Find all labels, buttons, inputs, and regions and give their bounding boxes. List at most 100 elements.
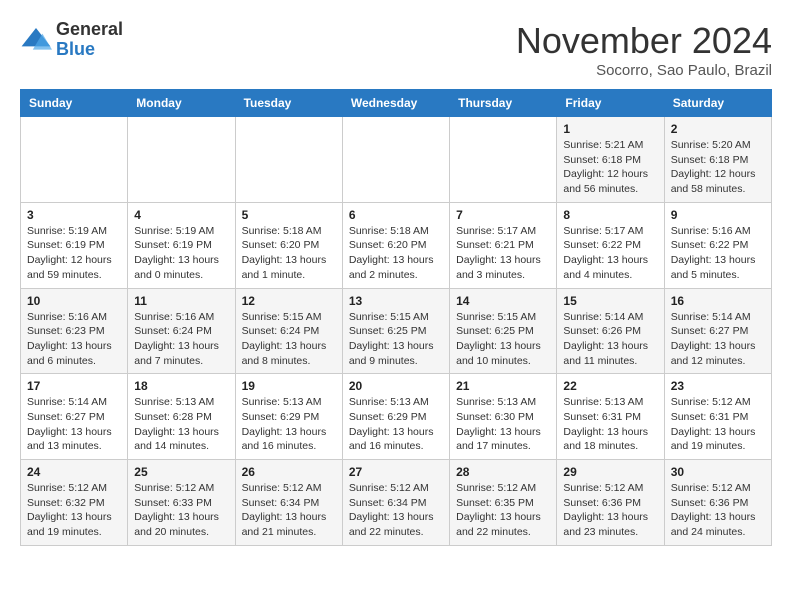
day-number: 9 bbox=[671, 208, 765, 222]
calendar-cell: 13 Sunrise: 5:15 AM Sunset: 6:25 PM Dayli… bbox=[342, 288, 449, 374]
day-info: Sunrise: 5:17 AM Sunset: 6:21 PM Dayligh… bbox=[456, 224, 550, 283]
day-number: 3 bbox=[27, 208, 121, 222]
week-row-1: 1 Sunrise: 5:21 AM Sunset: 6:18 PM Daylig… bbox=[21, 117, 772, 203]
day-info: Sunrise: 5:21 AM Sunset: 6:18 PM Dayligh… bbox=[563, 138, 657, 197]
day-info: Sunrise: 5:20 AM Sunset: 6:18 PM Dayligh… bbox=[671, 138, 765, 197]
day-number: 12 bbox=[242, 294, 336, 308]
logo: General Blue bbox=[20, 20, 123, 60]
calendar-cell: 27 Sunrise: 5:12 AM Sunset: 6:34 PM Dayli… bbox=[342, 460, 449, 546]
day-info: Sunrise: 5:18 AM Sunset: 6:20 PM Dayligh… bbox=[349, 224, 443, 283]
calendar-cell: 1 Sunrise: 5:21 AM Sunset: 6:18 PM Daylig… bbox=[557, 117, 664, 203]
day-info: Sunrise: 5:12 AM Sunset: 6:31 PM Dayligh… bbox=[671, 395, 765, 454]
day-number: 17 bbox=[27, 379, 121, 393]
calendar-cell: 23 Sunrise: 5:12 AM Sunset: 6:31 PM Dayli… bbox=[664, 374, 771, 460]
day-info: Sunrise: 5:15 AM Sunset: 6:25 PM Dayligh… bbox=[349, 310, 443, 369]
weekday-header-saturday: Saturday bbox=[664, 90, 771, 117]
week-row-5: 24Sunrise: 5:12 AM Sunset: 6:32 PM Dayli… bbox=[21, 460, 772, 546]
calendar-cell: 18 Sunrise: 5:13 AM Sunset: 6:28 PM Dayli… bbox=[128, 374, 235, 460]
logo-text: General Blue bbox=[56, 20, 123, 60]
week-row-2: 3 Sunrise: 5:19 AM Sunset: 6:19 PM Daylig… bbox=[21, 202, 772, 288]
day-number: 5 bbox=[242, 208, 336, 222]
calendar-cell: 17 Sunrise: 5:14 AM Sunset: 6:27 PM Dayli… bbox=[21, 374, 128, 460]
day-info: Sunrise: 5:19 AM Sunset: 6:19 PM Dayligh… bbox=[27, 224, 121, 283]
weekday-header-monday: Monday bbox=[128, 90, 235, 117]
page-header: General Blue November 2024 Socorro, Sao … bbox=[20, 20, 772, 79]
day-number: 30 bbox=[671, 465, 765, 479]
calendar-cell: 10 Sunrise: 5:16 AM Sunset: 6:23 PM Dayli… bbox=[21, 288, 128, 374]
day-number: 25 bbox=[134, 465, 228, 479]
calendar-cell: 16 Sunrise: 5:14 AM Sunset: 6:27 PM Dayli… bbox=[664, 288, 771, 374]
calendar-cell: 6Sunrise: 5:18 AM Sunset: 6:20 PM Daylig… bbox=[342, 202, 449, 288]
calendar-cell: 8Sunrise: 5:17 AM Sunset: 6:22 PM Daylig… bbox=[557, 202, 664, 288]
calendar-cell: 3 Sunrise: 5:19 AM Sunset: 6:19 PM Daylig… bbox=[21, 202, 128, 288]
day-number: 24 bbox=[27, 465, 121, 479]
day-number: 16 bbox=[671, 294, 765, 308]
day-number: 23 bbox=[671, 379, 765, 393]
day-number: 19 bbox=[242, 379, 336, 393]
day-info: Sunrise: 5:12 AM Sunset: 6:33 PM Dayligh… bbox=[134, 481, 228, 540]
day-info: Sunrise: 5:13 AM Sunset: 6:28 PM Dayligh… bbox=[134, 395, 228, 454]
calendar-cell bbox=[21, 117, 128, 203]
day-number: 26 bbox=[242, 465, 336, 479]
day-number: 8 bbox=[563, 208, 657, 222]
calendar-cell: 15Sunrise: 5:14 AM Sunset: 6:26 PM Dayli… bbox=[557, 288, 664, 374]
day-number: 18 bbox=[134, 379, 228, 393]
day-number: 29 bbox=[563, 465, 657, 479]
day-number: 14 bbox=[456, 294, 550, 308]
calendar-cell bbox=[450, 117, 557, 203]
calendar-cell: 24Sunrise: 5:12 AM Sunset: 6:32 PM Dayli… bbox=[21, 460, 128, 546]
calendar-cell: 7 Sunrise: 5:17 AM Sunset: 6:21 PM Daylig… bbox=[450, 202, 557, 288]
day-number: 2 bbox=[671, 122, 765, 136]
day-info: Sunrise: 5:16 AM Sunset: 6:23 PM Dayligh… bbox=[27, 310, 121, 369]
day-info: Sunrise: 5:12 AM Sunset: 6:34 PM Dayligh… bbox=[242, 481, 336, 540]
day-info: Sunrise: 5:12 AM Sunset: 6:34 PM Dayligh… bbox=[349, 481, 443, 540]
day-number: 10 bbox=[27, 294, 121, 308]
day-number: 15 bbox=[563, 294, 657, 308]
weekday-header-thursday: Thursday bbox=[450, 90, 557, 117]
location: Socorro, Sao Paulo, Brazil bbox=[516, 62, 772, 79]
calendar-cell: 2 Sunrise: 5:20 AM Sunset: 6:18 PM Daylig… bbox=[664, 117, 771, 203]
weekday-header-friday: Friday bbox=[557, 90, 664, 117]
calendar-cell: 12 Sunrise: 5:15 AM Sunset: 6:24 PM Dayli… bbox=[235, 288, 342, 374]
day-info: Sunrise: 5:13 AM Sunset: 6:30 PM Dayligh… bbox=[456, 395, 550, 454]
day-info: Sunrise: 5:18 AM Sunset: 6:20 PM Dayligh… bbox=[242, 224, 336, 283]
calendar-cell bbox=[235, 117, 342, 203]
week-row-4: 17 Sunrise: 5:14 AM Sunset: 6:27 PM Dayli… bbox=[21, 374, 772, 460]
day-number: 28 bbox=[456, 465, 550, 479]
calendar-cell: 21Sunrise: 5:13 AM Sunset: 6:30 PM Dayli… bbox=[450, 374, 557, 460]
day-info: Sunrise: 5:12 AM Sunset: 6:35 PM Dayligh… bbox=[456, 481, 550, 540]
weekday-header-tuesday: Tuesday bbox=[235, 90, 342, 117]
day-info: Sunrise: 5:15 AM Sunset: 6:24 PM Dayligh… bbox=[242, 310, 336, 369]
weekday-header-sunday: Sunday bbox=[21, 90, 128, 117]
calendar-cell: 5 Sunrise: 5:18 AM Sunset: 6:20 PM Daylig… bbox=[235, 202, 342, 288]
calendar-cell: 20 Sunrise: 5:13 AM Sunset: 6:29 PM Dayli… bbox=[342, 374, 449, 460]
calendar-cell: 11Sunrise: 5:16 AM Sunset: 6:24 PM Dayli… bbox=[128, 288, 235, 374]
calendar-cell: 25 Sunrise: 5:12 AM Sunset: 6:33 PM Dayli… bbox=[128, 460, 235, 546]
day-info: Sunrise: 5:16 AM Sunset: 6:22 PM Dayligh… bbox=[671, 224, 765, 283]
calendar-cell: 29 Sunrise: 5:12 AM Sunset: 6:36 PM Dayli… bbox=[557, 460, 664, 546]
day-number: 7 bbox=[456, 208, 550, 222]
weekday-header-wednesday: Wednesday bbox=[342, 90, 449, 117]
weekday-header-row: SundayMondayTuesdayWednesdayThursdayFrid… bbox=[21, 90, 772, 117]
day-number: 27 bbox=[349, 465, 443, 479]
day-number: 13 bbox=[349, 294, 443, 308]
logo-icon bbox=[20, 24, 52, 56]
calendar-cell: 22Sunrise: 5:13 AM Sunset: 6:31 PM Dayli… bbox=[557, 374, 664, 460]
day-info: Sunrise: 5:16 AM Sunset: 6:24 PM Dayligh… bbox=[134, 310, 228, 369]
day-info: Sunrise: 5:12 AM Sunset: 6:36 PM Dayligh… bbox=[563, 481, 657, 540]
day-info: Sunrise: 5:14 AM Sunset: 6:27 PM Dayligh… bbox=[27, 395, 121, 454]
calendar-table: SundayMondayTuesdayWednesdayThursdayFrid… bbox=[20, 89, 772, 546]
day-info: Sunrise: 5:13 AM Sunset: 6:29 PM Dayligh… bbox=[349, 395, 443, 454]
calendar-cell bbox=[342, 117, 449, 203]
week-row-3: 10 Sunrise: 5:16 AM Sunset: 6:23 PM Dayli… bbox=[21, 288, 772, 374]
calendar-cell: 19Sunrise: 5:13 AM Sunset: 6:29 PM Dayli… bbox=[235, 374, 342, 460]
day-info: Sunrise: 5:12 AM Sunset: 6:36 PM Dayligh… bbox=[671, 481, 765, 540]
day-number: 1 bbox=[563, 122, 657, 136]
day-info: Sunrise: 5:15 AM Sunset: 6:25 PM Dayligh… bbox=[456, 310, 550, 369]
title-block: November 2024 Socorro, Sao Paulo, Brazil bbox=[516, 20, 772, 79]
day-number: 22 bbox=[563, 379, 657, 393]
day-info: Sunrise: 5:19 AM Sunset: 6:19 PM Dayligh… bbox=[134, 224, 228, 283]
day-info: Sunrise: 5:14 AM Sunset: 6:27 PM Dayligh… bbox=[671, 310, 765, 369]
day-number: 4 bbox=[134, 208, 228, 222]
day-number: 20 bbox=[349, 379, 443, 393]
